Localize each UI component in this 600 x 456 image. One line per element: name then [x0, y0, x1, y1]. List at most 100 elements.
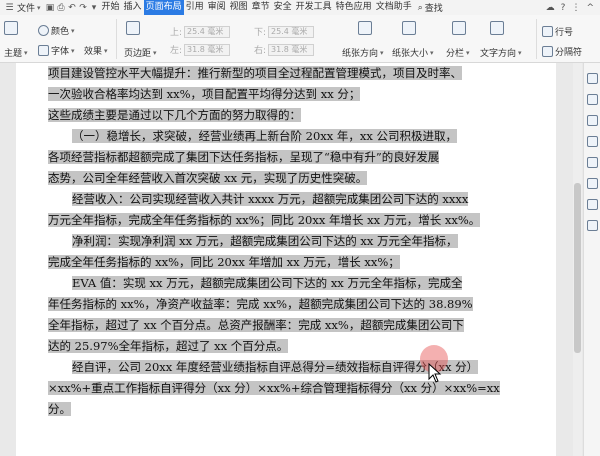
scrollbar-thumb[interactable]	[574, 183, 581, 353]
columns-dropdown[interactable]: 分栏 ▾	[446, 46, 470, 60]
backup-icon[interactable]	[586, 220, 598, 231]
share-icon[interactable]	[586, 199, 598, 210]
text-line[interactable]: 这些成绩主要是通过以下几个方面的努力取得的：	[48, 105, 536, 126]
orientation-icon-button[interactable]	[358, 21, 372, 35]
undo-icon[interactable]: ↶	[67, 2, 78, 13]
text-line[interactable]: EVA 值：实现 xx 万元，超额完成集团公司下达的 xx 万元全年指标，完成全	[48, 273, 536, 294]
save-icon[interactable]: ▣	[45, 2, 56, 13]
text-line[interactable]: 年任务指标的 xx%，净资产收益率：完成 xx%，超额完成集团公司下达的 38.…	[48, 294, 536, 315]
selected-text[interactable]: 净利润：实现净利润 xx 万元，超额完成集团公司下达的 xx 万元全年指标，	[72, 234, 458, 248]
selected-text[interactable]: 经自评，公司 20xx 年度经营业绩指标自评总得分=绩效指标自评得分（xx 分）	[72, 360, 479, 374]
help-icon[interactable]: ?	[561, 3, 566, 13]
section-break-button[interactable]: 分隔符	[542, 45, 582, 58]
text-line[interactable]: （一）稳增长，求突破，经营业绩再上新台阶 20xx 年，xx 公司积极进取，	[48, 126, 536, 147]
text-line[interactable]: 经自评，公司 20xx 年度经营业绩指标自评总得分=绩效指标自评得分（xx 分）	[48, 357, 536, 378]
select-icon[interactable]	[586, 73, 598, 84]
print-icon[interactable]: ⎙	[56, 2, 67, 13]
search-button[interactable]: ⌕ 查找	[418, 1, 443, 15]
text-line[interactable]: 各项经营指标都超额完成了集团下达任务指标，呈现了“稳中有升”的良好发展	[48, 147, 536, 168]
right-margin-field[interactable]: 右: 31.8 毫米	[254, 43, 315, 56]
text-line[interactable]: 态势，公司全年经营收入首次突破 xx 元，实现了历史性突破。	[48, 168, 536, 189]
color-icon	[38, 25, 49, 36]
document-body[interactable]: 项目建设管控水平大幅提升：推行新型的项目全过程配置管理模式，项目及时率、 一次验收…	[48, 63, 536, 420]
text-line[interactable]: 一次验收合格率均达到 xx%，项目配置平均得分达到 xx 分；	[48, 84, 536, 105]
selected-text[interactable]: 这些成绩主要是通过以下几个方面的努力取得的：	[48, 108, 301, 122]
text-line[interactable]: 达的 25.97%全年指标，超过了 xx 个百分点。	[48, 336, 536, 357]
size-dropdown[interactable]: 纸张大小 ▾	[392, 46, 434, 60]
section-break-icon	[542, 46, 553, 57]
tab-6[interactable]: 章节	[250, 0, 272, 15]
selected-text[interactable]: 达的 25.97%全年指标，超过了 xx 个百分点。	[48, 339, 289, 353]
tab-8[interactable]: 开发工具	[294, 0, 334, 15]
selected-text[interactable]: 态势，公司全年经营收入首次突破 xx 元，实现了历史性突破。	[48, 171, 368, 185]
right-sidebar	[583, 63, 600, 456]
document-page[interactable]: 项目建设管控水平大幅提升：推行新型的项目全过程配置管理模式，项目及时率、 一次验收…	[16, 63, 556, 456]
text-line[interactable]: ×xx%+重点工作指标自评得分（xx 分）×xx%+综合管理指标得分（xx 分）…	[48, 378, 536, 399]
more-options-icon[interactable]: ⋮	[571, 3, 580, 13]
tab-7[interactable]: 安全	[272, 0, 294, 15]
selected-text[interactable]: 年任务指标的 xx%，净资产收益率：完成 xx%，超额完成集团公司下达的 38.…	[48, 297, 473, 311]
divider	[536, 19, 537, 59]
shape-icon[interactable]	[586, 157, 598, 168]
chevron-down-icon: ▾	[430, 48, 434, 57]
selected-text[interactable]: 万元全年指标，完成全年任务指标的 xx%；同比 20xx 年增长 xx 万元，增…	[48, 213, 481, 227]
format-icon[interactable]	[586, 115, 598, 126]
text-direction-icon-button[interactable]	[490, 21, 504, 35]
margin-button[interactable]	[126, 21, 140, 35]
selected-text[interactable]: ×xx%+重点工作指标自评得分（xx 分）×xx%+综合管理指标得分（xx 分）…	[48, 381, 500, 395]
font-button[interactable]: 字体 ▾	[38, 44, 75, 57]
selected-text[interactable]: 完成全年任务指标的 xx%，同比 20xx 年增加 xx 万元，增长 xx%；	[48, 255, 400, 269]
theme-dropdown[interactable]: 主题 ▾	[4, 46, 28, 60]
text-line[interactable]: 分。	[48, 399, 536, 420]
text-line[interactable]: 项目建设管控水平大幅提升：推行新型的项目全过程配置管理模式，项目及时率、	[48, 63, 536, 84]
selected-text[interactable]: 全年指标，超过了 xx 个百分点。总资产报酬率：完成 xx%，超额完成集团公司下	[48, 318, 464, 332]
tab-10[interactable]: 文档助手	[374, 0, 414, 15]
tab-9[interactable]: 特色应用	[334, 0, 374, 15]
tab-2[interactable]: 页面布局	[143, 0, 184, 15]
property-icon[interactable]	[586, 136, 598, 147]
menu-bar: ☰ 文件 ▾ ▣ ⎙ ↶ ↷ ▾ 开始 插入 页面布局 引用 审阅 视图 章节 安全 开发工具特…	[0, 0, 600, 15]
selected-text[interactable]: 各项经营指标都超额完成了集团下达任务指标，呈现了“稳中有升”的良好发展	[48, 150, 440, 164]
columns-icon-button[interactable]	[452, 21, 466, 35]
selected-text[interactable]: 分。	[48, 402, 71, 416]
style-icon[interactable]	[586, 94, 598, 105]
color-button[interactable]: 颜色 ▾	[38, 24, 75, 37]
text-line[interactable]: 经营收入：公司实现经营收入共计 xxxx 万元，超额完成集团公司下达的 xxxx	[48, 189, 536, 210]
divider	[116, 19, 117, 59]
more-icon[interactable]: ▾	[89, 2, 100, 13]
bottom-margin-field[interactable]: 下: 25.4 毫米	[254, 25, 315, 38]
collapse-icon[interactable]: ^	[586, 3, 594, 13]
tab-1[interactable]: 插入	[122, 0, 144, 15]
theme-button[interactable]	[4, 21, 18, 35]
file-menu[interactable]: ☰ 文件 ▾	[0, 1, 45, 15]
text-line[interactable]: 净利润：实现净利润 xx 万元，超额完成集团公司下达的 xx 万元全年指标，	[48, 231, 536, 252]
text-line[interactable]: 全年指标，超过了 xx 个百分点。总资产报酬率：完成 xx%，超额完成集团公司下	[48, 315, 536, 336]
document-area[interactable]: 项目建设管控水平大幅提升：推行新型的项目全过程配置管理模式，项目及时率、 一次验收…	[0, 63, 583, 456]
chevron-down-icon: ▾	[71, 46, 75, 55]
tab-5[interactable]: 视图	[228, 0, 250, 15]
tab-3[interactable]: 引用	[184, 0, 206, 15]
selected-text[interactable]: 一次验收合格率均达到 xx%，项目配置平均得分达到 xx 分；	[48, 87, 361, 101]
top-margin-field[interactable]: 上: 25.4 毫米	[170, 25, 231, 38]
chevron-down-icon: ▾	[104, 46, 108, 55]
vertical-scrollbar[interactable]	[573, 63, 582, 456]
tab-4[interactable]: 审阅	[206, 0, 228, 15]
size-icon-button[interactable]	[402, 21, 416, 35]
selected-text[interactable]: EVA 值：实现 xx 万元，超额完成集团公司下达的 xx 万元全年指标，完成全	[72, 276, 463, 290]
text-direction-dropdown[interactable]: 文字方向 ▾	[480, 46, 522, 60]
tab-0[interactable]: 开始	[100, 0, 122, 15]
selected-text[interactable]: 经营收入：公司实现经营收入共计 xxxx 万元，超额完成集团公司下达的 xxxx	[72, 192, 469, 206]
line-number-button[interactable]: 行号	[542, 25, 573, 38]
orientation-dropdown[interactable]: 纸张方向 ▾	[342, 46, 384, 60]
line-number-icon	[542, 26, 553, 37]
margin-dropdown[interactable]: 页边距 ▾	[124, 46, 157, 60]
text-line[interactable]: 万元全年指标，完成全年任务指标的 xx%；同比 20xx 年增长 xx 万元，增…	[48, 210, 536, 231]
redo-icon[interactable]: ↷	[78, 2, 89, 13]
selected-text[interactable]: 项目建设管控水平大幅提升：推行新型的项目全过程配置管理模式，项目及时率、	[48, 66, 462, 80]
selected-text[interactable]: （一）稳增长，求突破，经营业绩再上新台阶 20xx 年，xx 公司积极进取，	[72, 129, 458, 143]
text-line[interactable]: 完成全年任务指标的 xx%，同比 20xx 年增加 xx 万元，增长 xx%；	[48, 252, 536, 273]
left-margin-field[interactable]: 左: 31.8 毫米	[170, 43, 231, 56]
cloud-icon[interactable]: ☁	[546, 3, 555, 13]
settings-icon[interactable]	[586, 178, 598, 189]
effect-button[interactable]: 效果 ▾	[84, 44, 108, 58]
